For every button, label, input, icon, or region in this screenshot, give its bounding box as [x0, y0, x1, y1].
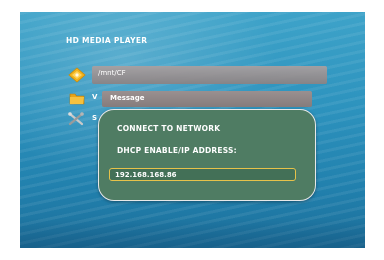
tools-icon[interactable] [67, 111, 85, 127]
compact-flash-icon[interactable] [68, 67, 86, 83]
dialog-title: Message [110, 94, 145, 102]
message-dialog: CONNECT TO NETWORK DHCP ENABLE/IP ADDRES… [98, 109, 316, 201]
list-item-label-partial[interactable]: S [92, 114, 97, 122]
folder-icon[interactable] [68, 90, 86, 106]
dialog-message-line2: DHCP ENABLE/IP ADDRESS: [117, 146, 237, 155]
dialog-message-line1: CONNECT TO NETWORK [117, 124, 221, 133]
list-item-label-partial[interactable]: V [92, 93, 97, 101]
dialog-header: Message [102, 91, 312, 107]
current-path: /mnt/CF [98, 69, 126, 77]
tv-screen: HD MEDIA PLAYER /mnt/CF V S Message CONN… [20, 12, 365, 248]
app-title: HD MEDIA PLAYER [66, 36, 148, 45]
path-bar[interactable]: /mnt/CF [92, 66, 327, 84]
ip-address-field[interactable] [109, 168, 296, 181]
